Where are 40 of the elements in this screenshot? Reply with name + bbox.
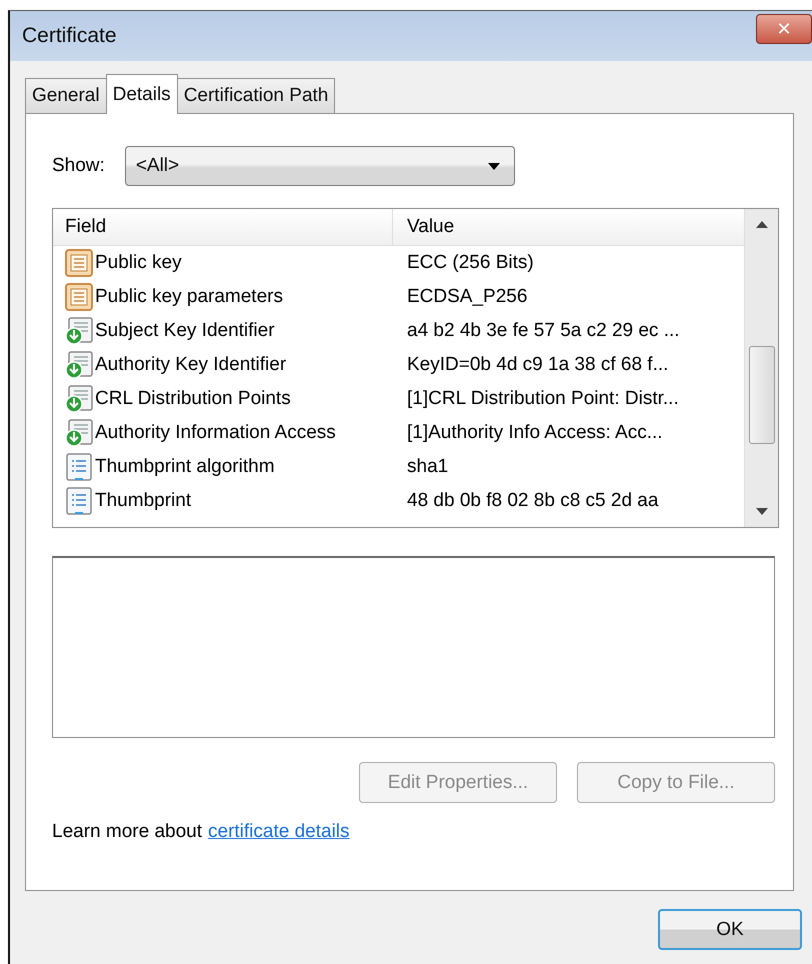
field-name: Subject Key Identifier bbox=[95, 320, 275, 342]
field-value: 48 db 0b f8 02 8b c8 c5 2d aa bbox=[406, 490, 660, 512]
window-title: Certificate bbox=[22, 24, 117, 48]
field-name: Public key parameters bbox=[95, 286, 283, 308]
column-header[interactable]: Field bbox=[53, 209, 393, 245]
extension-field-icon bbox=[65, 317, 93, 345]
key-field-icon bbox=[65, 249, 93, 277]
field-name: Authority Key Identifier bbox=[95, 354, 286, 376]
property-field-icon bbox=[65, 487, 93, 515]
field-name: Public key bbox=[95, 252, 182, 274]
property-field-icon bbox=[65, 453, 93, 481]
tab[interactable]: Details bbox=[106, 74, 178, 114]
field-name: CRL Distribution Points bbox=[95, 388, 291, 410]
field-value: ECDSA_P256 bbox=[406, 286, 528, 308]
field-value: [1]CRL Distribution Point: Distr... bbox=[406, 388, 680, 410]
extension-field-icon bbox=[65, 351, 93, 379]
column-header[interactable]: Value bbox=[393, 209, 743, 245]
show-label: Show: bbox=[52, 155, 105, 177]
scroll-up-icon[interactable] bbox=[756, 221, 768, 228]
field-name: Thumbprint algorithm bbox=[95, 456, 275, 478]
field-value: sha1 bbox=[406, 456, 450, 478]
field-value: KeyID=0b 4d c9 1a 38 cf 68 f... bbox=[406, 354, 670, 376]
dropdown-arrow-icon bbox=[488, 162, 500, 170]
field-name: Authority Information Access bbox=[95, 422, 336, 444]
key-field-icon bbox=[65, 283, 93, 311]
field-value: [1]Authority Info Access: Acc... bbox=[406, 422, 664, 444]
tab[interactable]: Certification Path bbox=[176, 78, 336, 113]
field-value: a4 b2 4b 3e fe 57 5a c2 29 ec ... bbox=[406, 320, 681, 342]
show-dropdown[interactable]: <All> bbox=[124, 146, 515, 186]
scroll-down-icon[interactable] bbox=[756, 508, 768, 515]
field-name: Thumbprint bbox=[95, 490, 192, 512]
certificate-details-link[interactable]: certificate details bbox=[208, 821, 350, 843]
scrollbar[interactable] bbox=[744, 209, 778, 527]
ok-button[interactable]: OK bbox=[658, 909, 802, 950]
learn-more-text: Learn more about bbox=[52, 821, 202, 843]
extension-field-icon bbox=[65, 419, 93, 447]
tab[interactable]: General bbox=[25, 78, 107, 113]
extension-field-icon bbox=[65, 385, 93, 413]
scroll-thumb[interactable] bbox=[748, 346, 774, 444]
field-value: ECC (256 Bits) bbox=[406, 252, 535, 274]
